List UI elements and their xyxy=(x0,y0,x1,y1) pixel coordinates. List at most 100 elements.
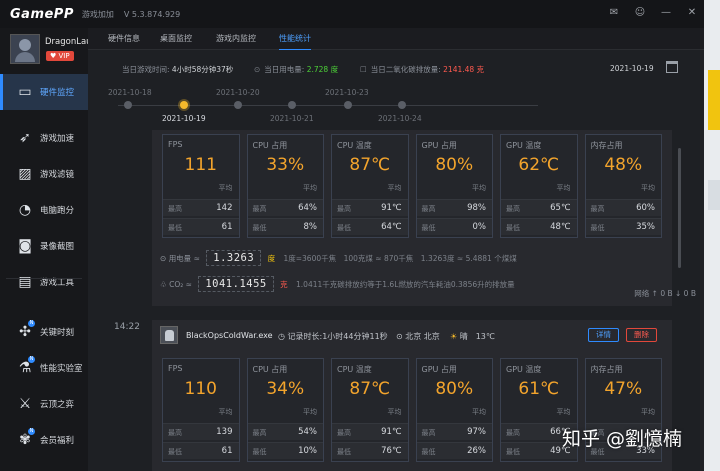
new-badge: N xyxy=(28,428,35,435)
metric-max-row: 最高 91℃ xyxy=(332,423,408,440)
username: DragonLau xyxy=(45,37,92,47)
sidebar-item[interactable]: ⚗ N 性能实验室 xyxy=(0,350,88,386)
avatar[interactable] xyxy=(10,34,40,64)
sidebar-divider xyxy=(6,278,82,279)
metric-max-row: 最高 142 xyxy=(163,199,239,216)
metric-avg-label: 平均 xyxy=(472,408,486,416)
game-time-value: 4小时58分钟37秒 xyxy=(171,65,234,74)
metric-min-row: 最低 64℃ xyxy=(332,218,408,235)
metrics-row: FPS 111 平均 最高 142 最低 61 CPU 占用 33% 平均 最高 64% 最低 8% CPU… xyxy=(162,134,662,242)
metric-name: CPU 占用 xyxy=(252,141,288,150)
metric-max: 60% xyxy=(636,203,655,213)
minimize-icon[interactable]: — xyxy=(660,6,672,20)
calendar-icon[interactable] xyxy=(666,61,678,73)
sidebar-item[interactable]: ◙ 录像截图 xyxy=(0,228,88,264)
metric-value: 87℃ xyxy=(349,379,391,399)
metric-min: 64℃ xyxy=(381,222,402,232)
rocket-icon: ➶ xyxy=(19,130,31,146)
sidebar-item[interactable]: ▭ 硬件监控 xyxy=(0,74,88,110)
sidebar-item[interactable]: ◔ 电脑跑分 xyxy=(0,192,88,228)
co2-value: 2141.48 克 xyxy=(443,65,485,74)
daily-summary: 当日游戏时间: 4小时58分钟37秒 ⊙ 当日用电量: 2.728 度 ☐ 当日二氧… xyxy=(88,50,704,90)
window-controls: ✉ ☺ — ✕ xyxy=(608,6,698,20)
weather: ☀ 晴 13℃ xyxy=(450,332,495,341)
timeline-dot[interactable] xyxy=(234,101,242,109)
metric-name: CPU 温度 xyxy=(337,365,372,374)
timeline-date[interactable]: 2021-10-20 xyxy=(216,88,260,97)
session-list[interactable]: FPS 111 平均 最高 142 最低 61 CPU 占用 33% 平均 最高 64% 最低 8% CPU… xyxy=(88,130,704,471)
delete-button[interactable]: 删除 xyxy=(626,328,657,342)
network-traffic: 网络 ↑ 0 B ↓ 0 B xyxy=(634,289,696,298)
sidebar-item[interactable]: ✣ N 关键时刻 xyxy=(0,314,88,350)
timeline-date[interactable]: 2021-10-23 xyxy=(325,88,369,97)
sidebar-item-label: 硬件监控 xyxy=(40,88,75,98)
metric-max-row: 最高 91℃ xyxy=(332,199,408,216)
timeline-dot[interactable] xyxy=(288,101,296,109)
metric-avg-label: 平均 xyxy=(641,408,655,416)
metric-card: FPS 110 平均 最高 139 最低 61 xyxy=(162,358,240,462)
gamepp-window: GamePP 游戏加加 V 5.3.874.929 ✉ ☺ — ✕ Dragon… xyxy=(0,0,704,471)
timeline-date[interactable]: 2021-10-24 xyxy=(378,114,422,123)
scrollbar[interactable] xyxy=(678,148,681,268)
metric-value: 87℃ xyxy=(349,155,391,175)
metric-name: 内存占用 xyxy=(590,141,623,150)
sidebar-item-label: 性能实验室 xyxy=(40,364,83,374)
metric-value: 62℃ xyxy=(518,155,560,175)
metric-card: GPU 占用 80% 平均 最高 97% 最低 26% xyxy=(415,358,493,462)
metric-max-row: 最高 139 xyxy=(163,423,239,440)
sidebar-item[interactable]: ✾ N 会员福利 xyxy=(0,422,88,458)
monitor-icon: ▭ xyxy=(18,84,32,100)
sidebar-item[interactable]: ⚔ 云顶之弈 xyxy=(0,386,88,422)
sidebar-item-label: 会员福利 xyxy=(40,436,75,446)
metric-min-row: 最低 61 xyxy=(163,442,239,459)
game-icon xyxy=(160,326,178,344)
close-icon[interactable]: ✕ xyxy=(686,6,698,20)
mail-icon[interactable]: ✉ xyxy=(608,6,620,20)
date-timeline: 2021-10-18 2021-10-19 2021-10-20 2021-10… xyxy=(88,88,704,130)
sidebar-item-label: 电脑跑分 xyxy=(40,206,75,216)
metric-max: 142 xyxy=(216,203,233,213)
metric-min-row: 最低 61 xyxy=(163,218,239,235)
app-subtitle: 游戏加加 xyxy=(81,9,114,19)
metric-name: GPU 温度 xyxy=(506,141,542,150)
tab-performance-stats[interactable]: 性能统计 xyxy=(279,28,311,51)
metric-max-row: 最高 60% xyxy=(585,199,661,216)
timeline-date[interactable]: 2021-10-18 xyxy=(108,88,152,97)
metric-min-row: 最低 76℃ xyxy=(332,442,408,459)
details-button[interactable]: 详情 xyxy=(588,328,619,342)
metric-name: FPS xyxy=(168,140,183,149)
metric-min: 48℃ xyxy=(550,222,571,232)
metric-min: 61 xyxy=(221,446,233,456)
sidebar-item[interactable]: ➶ 游戏加速 xyxy=(0,120,88,156)
co2-estimate-value: 1041.1455 xyxy=(198,276,274,292)
metric-min-row: 最低 26% xyxy=(416,442,492,459)
tab-hardware-info[interactable]: 硬件信息 xyxy=(108,28,140,50)
timeline-dot[interactable] xyxy=(344,101,352,109)
watermark: 知乎 @劉憶楠 xyxy=(562,428,683,450)
timeline-dot-active[interactable] xyxy=(180,101,188,109)
timeline-date-active[interactable]: 2021-10-19 xyxy=(162,114,206,123)
skin-icon[interactable]: ☺ xyxy=(634,6,646,20)
session-header: BlackOpsColdWar.exe ◷ 记录时长:1小时44分钟11秒 ⊙ … xyxy=(160,326,664,346)
metric-value: 80% xyxy=(435,379,474,399)
tab-desktop-monitor[interactable]: 桌面监控 xyxy=(160,28,192,50)
metric-name: GPU 占用 xyxy=(421,365,457,374)
tft-icon: ⚔ xyxy=(18,396,32,412)
metric-card: 内存占用 48% 平均 最高 60% 最低 35% xyxy=(584,134,662,238)
metric-card: CPU 占用 34% 平均 最高 54% 最低 10% xyxy=(246,358,324,462)
metric-value: 80% xyxy=(435,155,474,175)
metric-min: 76℃ xyxy=(381,446,402,456)
metric-min: 61 xyxy=(221,222,233,232)
metric-min: 35% xyxy=(636,222,655,232)
timeline-date[interactable]: 2021-10-21 xyxy=(270,114,314,123)
sidebar-item[interactable]: ▤ 游戏工具 xyxy=(0,264,88,300)
timeline-dot[interactable] xyxy=(398,101,406,109)
sidebar-item[interactable]: ▨ 游戏滤镜 xyxy=(0,156,88,192)
location: ⊙ 北京 北京 xyxy=(396,332,440,341)
co2-summary: ☐ 当日二氧化碳排放量: 2141.48 克 xyxy=(360,65,485,74)
timeline-dot[interactable] xyxy=(124,101,132,109)
metric-min-row: 最低 48℃ xyxy=(501,218,577,235)
sidebar-item-label: 游戏滤镜 xyxy=(40,170,75,180)
user-profile[interactable]: DragonLau ♥ VIP xyxy=(10,34,92,66)
tab-ingame-monitor[interactable]: 游戏内监控 xyxy=(216,28,256,50)
